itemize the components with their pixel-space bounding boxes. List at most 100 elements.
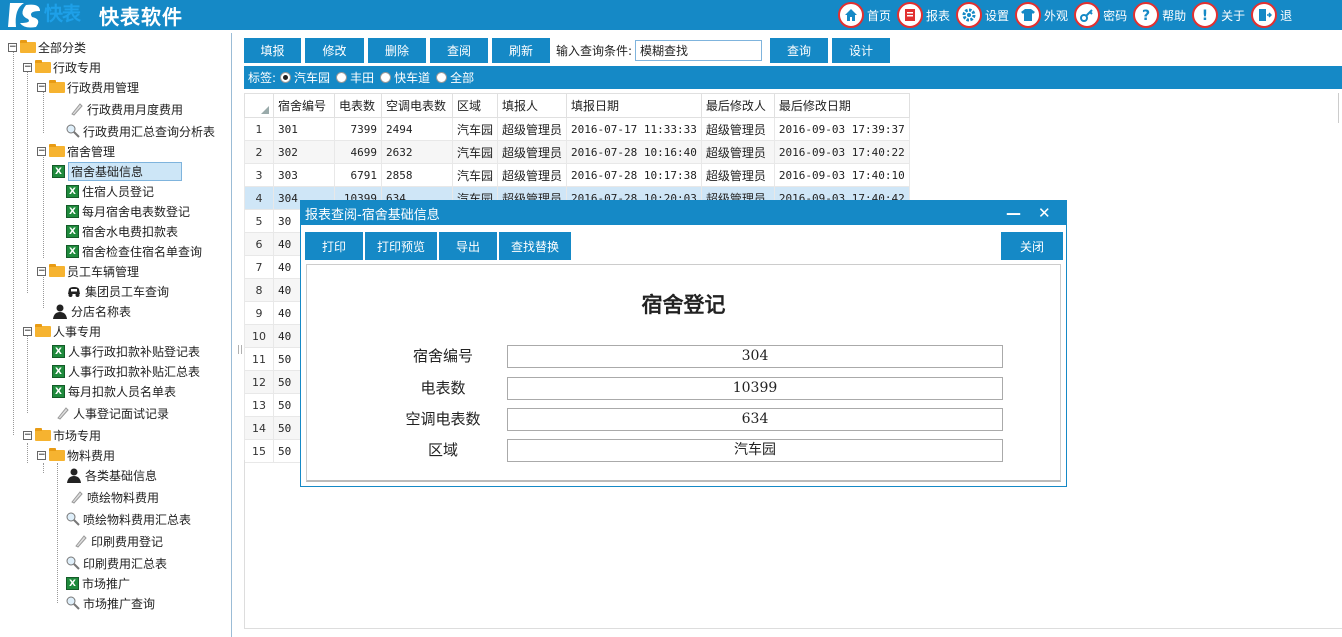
table-cell[interactable]: 2016-09-03 17:40:22	[773, 140, 910, 164]
tree-node-admin[interactable]: − 行政专用	[23, 57, 101, 77]
table-cell[interactable]: 301	[273, 117, 335, 141]
tag-radio-toyota[interactable]: 丰田	[336, 69, 374, 86]
tree-node-hr[interactable]: − 人事专用	[23, 321, 101, 341]
collapse-icon[interactable]: −	[37, 450, 46, 460]
nav-appearance-button[interactable]: 外观	[1015, 0, 1068, 30]
table-cell[interactable]: 7399	[334, 117, 382, 141]
row-number[interactable]: 8	[244, 278, 274, 302]
table-cell[interactable]: 2858	[381, 163, 453, 187]
print-button[interactable]: 打印	[305, 232, 363, 260]
table-cell[interactable]: 2494	[381, 117, 453, 141]
tree-node-all[interactable]: − 全部分类	[8, 37, 86, 57]
table-cell[interactable]: 2016-09-03 17:39:37	[773, 117, 910, 141]
collapse-icon[interactable]: −	[23, 62, 32, 72]
splitter-handle[interactable]: ||	[237, 345, 243, 355]
tree-node-dorm[interactable]: − 宿舍管理	[37, 141, 115, 161]
dialog-close-button[interactable]: 关闭	[1001, 232, 1063, 260]
table-row[interactable]: 3 303 6791 2858 汽车园 超级管理员 2016-07-28 10:17:38 超…	[244, 163, 910, 187]
table-cell[interactable]: 超级管理员	[497, 163, 568, 187]
query-input[interactable]	[635, 39, 763, 61]
tree-item-meter-reg[interactable]: X 每月宿舍电表数登记	[66, 201, 190, 221]
nav-help-button[interactable]: ? 帮助	[1133, 0, 1186, 30]
row-number[interactable]: 13	[244, 393, 274, 417]
tag-radio-qicheyuan[interactable]: 汽车园	[280, 69, 330, 86]
tree-item-promotion-query[interactable]: 市场推广查询	[66, 593, 155, 613]
row-number[interactable]: 15	[244, 439, 274, 463]
tree-item-resident-reg[interactable]: X 住宿人员登记	[66, 181, 154, 201]
review-button[interactable]: 查阅	[430, 37, 488, 63]
tree-item-spray-cost[interactable]: 喷绘物料费用	[70, 487, 159, 507]
grid-header[interactable]: 宿舍编号	[273, 93, 335, 118]
grid-header[interactable]: 填报人	[497, 93, 568, 118]
tree-item-monthly-deduct-list[interactable]: X 每月扣款人员名单表	[52, 381, 176, 401]
print-preview-button[interactable]: 打印预览	[365, 232, 437, 260]
tree-item-promotion[interactable]: X 市场推广	[66, 573, 130, 593]
tree-node-admin-cost[interactable]: − 行政费用管理	[37, 77, 139, 97]
table-row[interactable]: 2 302 4699 2632 汽车园 超级管理员 2016-07-28 10:16:40 超…	[244, 140, 910, 164]
tree-item-basic-info[interactable]: 各类基础信息	[66, 465, 157, 485]
grid-header[interactable]: 电表数	[334, 93, 382, 118]
find-replace-button[interactable]: 查找替换	[499, 232, 571, 260]
row-number[interactable]: 1	[244, 117, 274, 141]
row-number[interactable]: 6	[244, 232, 274, 256]
nav-settings-button[interactable]: 设置	[956, 0, 1009, 30]
table-cell[interactable]: 2016-07-28 10:16:40	[566, 140, 702, 164]
table-cell[interactable]: 超级管理员	[497, 117, 568, 141]
row-number[interactable]: 12	[244, 370, 274, 394]
close-icon[interactable]: ✕	[1038, 204, 1051, 222]
export-button[interactable]: 导出	[439, 232, 497, 260]
table-cell[interactable]: 302	[273, 140, 335, 164]
tree-item-hr-deduct-reg[interactable]: X 人事行政扣款补贴登记表	[52, 341, 200, 361]
table-cell[interactable]: 汽车园	[451, 163, 499, 187]
table-cell[interactable]: 2016-07-17 11:33:33	[566, 117, 702, 141]
table-cell[interactable]: 汽车园	[451, 117, 499, 141]
design-button[interactable]: 设计	[832, 37, 891, 63]
nav-exit-button[interactable]: 退	[1251, 0, 1292, 30]
collapse-icon[interactable]: −	[37, 266, 46, 276]
tag-radio-kuaichedao[interactable]: 快车道	[380, 69, 430, 86]
minimize-icon[interactable]: —	[1006, 204, 1021, 222]
row-number[interactable]: 4	[244, 186, 274, 210]
tree-item-cost-summary[interactable]: 行政费用汇总查询分析表	[66, 121, 215, 141]
nav-home-button[interactable]: 首页	[838, 0, 891, 30]
grid-header[interactable]: 最后修改人	[700, 93, 775, 118]
row-number[interactable]: 11	[244, 347, 274, 371]
tree-item-print-summary[interactable]: 印刷费用汇总表	[66, 553, 167, 573]
row-number[interactable]: 7	[244, 255, 274, 279]
dialog-titlebar[interactable]: 报表查阅-宿舍基础信息 — ✕	[301, 201, 1066, 225]
tree-item-interview-record[interactable]: 人事登记面试记录	[56, 403, 169, 423]
table-cell[interactable]: 超级管理员	[497, 140, 568, 164]
grid-header[interactable]: 区域	[451, 93, 499, 118]
table-cell[interactable]: 超级管理员	[700, 163, 775, 187]
tag-radio-all[interactable]: 全部	[436, 69, 474, 86]
table-cell[interactable]: 超级管理员	[700, 140, 775, 164]
grid-header[interactable]: 最后修改日期	[773, 93, 910, 118]
nav-about-button[interactable]: ! 关于	[1192, 0, 1245, 30]
tree-item-hr-deduct-summary[interactable]: X 人事行政扣款补贴汇总表	[52, 361, 200, 381]
tree-item-print-cost[interactable]: 印刷费用登记	[74, 531, 163, 551]
fill-button[interactable]: 填报	[244, 37, 301, 63]
tree-item-utility-deduct[interactable]: X 宿舍水电费扣款表	[66, 221, 178, 241]
table-row[interactable]: 1 301 7399 2494 汽车园 超级管理员 2016-07-17 11:33:33 超…	[244, 117, 910, 141]
table-cell[interactable]: 2016-09-03 17:40:10	[773, 163, 910, 187]
tree-item-spray-summary[interactable]: 喷绘物料费用汇总表	[66, 509, 191, 529]
edit-button[interactable]: 修改	[305, 37, 364, 63]
tree-item-dorm-basic[interactable]: X 宿舍基础信息	[52, 161, 182, 181]
row-number[interactable]: 9	[244, 301, 274, 325]
tree-node-vehicle[interactable]: − 员工车辆管理	[37, 261, 139, 281]
tree-node-materials[interactable]: − 物料费用	[37, 445, 115, 465]
table-cell[interactable]: 4699	[334, 140, 382, 164]
row-number[interactable]: 2	[244, 140, 274, 164]
table-cell[interactable]: 2016-07-28 10:17:38	[566, 163, 702, 187]
collapse-icon[interactable]: −	[23, 326, 32, 336]
delete-button[interactable]: 删除	[368, 37, 426, 63]
tree-item-branch-names[interactable]: 分店名称表	[52, 301, 131, 321]
nav-password-button[interactable]: 密码	[1074, 0, 1127, 30]
tree-item-dorm-check[interactable]: X 宿舍检查住宿名单查询	[66, 241, 202, 261]
grid-header[interactable]: 填报日期	[566, 93, 702, 118]
query-button[interactable]: 查询	[770, 37, 829, 63]
table-cell[interactable]: 2632	[381, 140, 453, 164]
row-number[interactable]: 10	[244, 324, 274, 348]
table-cell[interactable]: 6791	[334, 163, 382, 187]
collapse-icon[interactable]: −	[37, 146, 46, 156]
